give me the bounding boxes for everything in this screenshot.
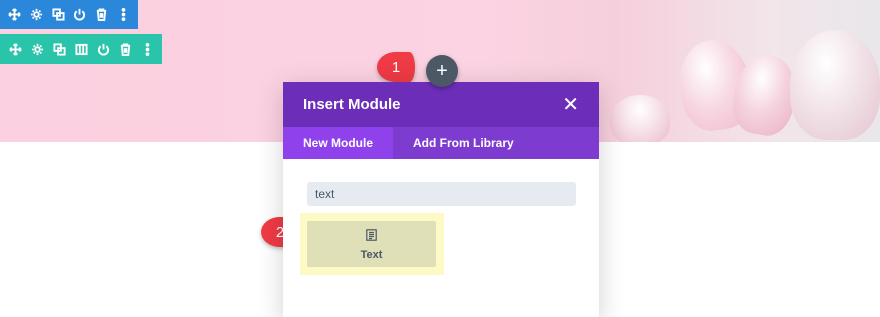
tab-new-module[interactable]: New Module <box>283 127 394 159</box>
modal-tabs: New Module Add From Library <box>283 127 599 159</box>
gear-icon[interactable] <box>26 2 48 28</box>
module-search-input[interactable] <box>307 182 576 206</box>
close-icon[interactable]: ✕ <box>562 95 579 115</box>
duplicate-icon[interactable] <box>48 36 70 62</box>
gear-icon[interactable] <box>26 36 48 62</box>
text-module-button[interactable]: Text <box>307 221 436 267</box>
section-toolbar <box>0 0 138 29</box>
meringue-decoration <box>790 30 880 140</box>
move-icon[interactable] <box>4 2 26 28</box>
modal-title: Insert Module <box>303 96 401 113</box>
more-icon[interactable] <box>136 36 158 62</box>
power-icon[interactable] <box>92 36 114 62</box>
more-icon[interactable] <box>112 2 134 28</box>
meringue-decoration <box>610 95 670 142</box>
power-icon[interactable] <box>69 2 91 28</box>
row-toolbar <box>0 34 162 64</box>
move-icon[interactable] <box>4 36 26 62</box>
trash-icon[interactable] <box>114 36 136 62</box>
tab-add-from-library[interactable]: Add From Library <box>393 127 534 159</box>
columns-icon[interactable] <box>70 36 92 62</box>
text-module-label: Text <box>360 248 383 261</box>
duplicate-icon[interactable] <box>47 2 69 28</box>
trash-icon[interactable] <box>91 2 113 28</box>
modal-header: Insert Module ✕ <box>283 82 599 127</box>
step-badge-1: 1 <box>377 52 415 82</box>
add-module-button[interactable]: + <box>426 55 458 87</box>
insert-module-modal: Insert Module ✕ New Module Add From Libr… <box>283 82 599 317</box>
text-module-icon <box>366 228 377 246</box>
